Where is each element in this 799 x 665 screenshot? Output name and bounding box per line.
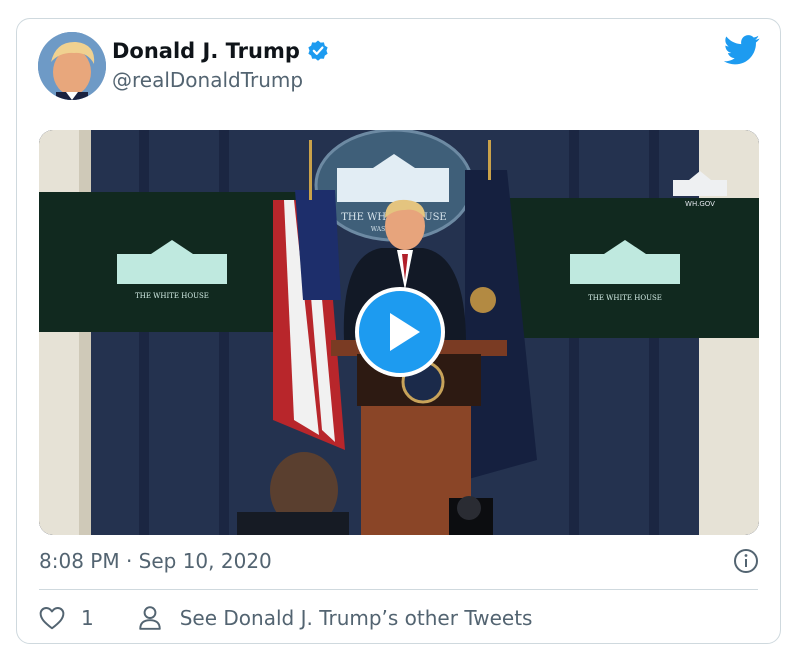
author-display-name[interactable]: Donald J. Trump (112, 39, 300, 63)
play-icon (390, 313, 420, 351)
person-icon[interactable] (138, 605, 162, 631)
author-handle[interactable]: @realDonaldTrump (112, 68, 303, 92)
twitter-bird-icon[interactable] (724, 35, 760, 65)
tweet-timestamp[interactable]: 8:08 PM · Sep 10, 2020 (39, 549, 272, 573)
camera (449, 496, 493, 535)
screen-right-caption: THE WHITE HOUSE (588, 294, 662, 302)
info-icon[interactable] (733, 548, 759, 574)
screen-left-caption: THE WHITE HOUSE (135, 292, 209, 300)
other-tweets-link[interactable]: See Donald J. Trump’s other Tweets (180, 606, 533, 630)
avatar-photo (38, 32, 106, 100)
author-name-row[interactable]: Donald J. Trump (112, 39, 330, 63)
verified-badge-icon (308, 40, 328, 61)
wh-gov-label: WH.GOV (685, 200, 715, 208)
tweet-card: Donald J. Trump @realDonaldTrump THE WHI… (16, 18, 781, 644)
like-heart-icon[interactable] (39, 606, 65, 630)
tweet-actions: 1 See Donald J. Trump’s other Tweets (39, 603, 532, 633)
avatar[interactable] (38, 32, 106, 100)
play-button[interactable] (355, 287, 445, 377)
video-player[interactable]: THE WHITE HOUSE THE WHITE HOUSE THE WHIT… (39, 130, 759, 535)
divider (39, 589, 758, 590)
like-count: 1 (81, 606, 94, 630)
